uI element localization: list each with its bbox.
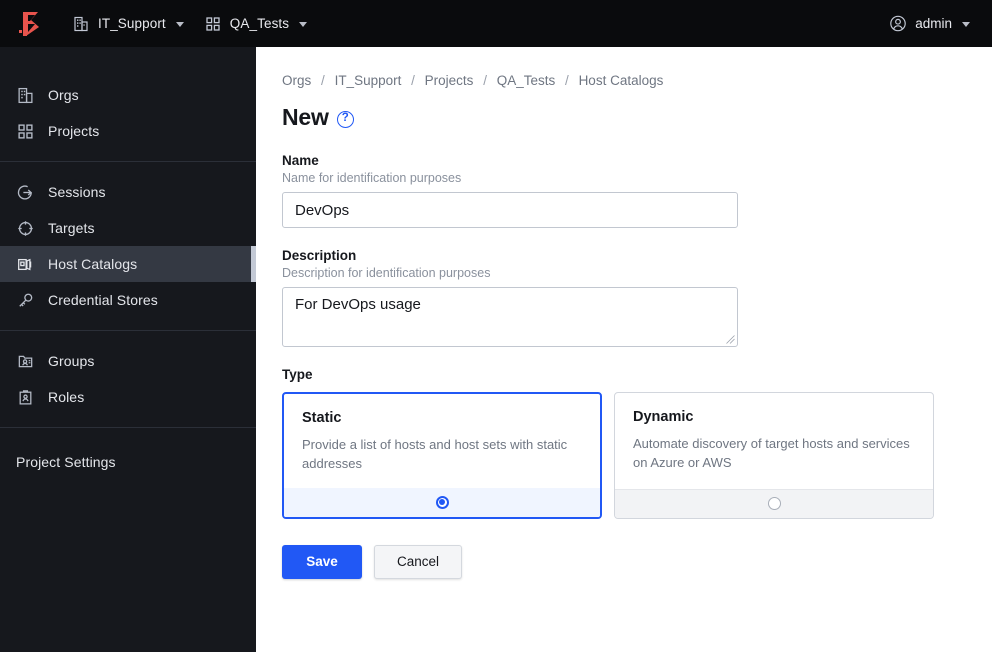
sidebar-item-label: Roles <box>48 389 85 405</box>
sidebar-group-iam: Groups Roles <box>0 337 256 421</box>
breadcrumb-item-qa-tests[interactable]: QA_Tests <box>497 73 556 88</box>
form-actions: Save Cancel <box>282 544 964 579</box>
roles-id-icon <box>16 388 34 406</box>
sidebar-item-label: Sessions <box>48 184 106 200</box>
sidebar-group-resources: Sessions Targets Host Catalogs Credentia… <box>0 168 256 324</box>
grid-icon <box>204 15 222 33</box>
description-label: Description <box>282 248 357 263</box>
sidebar-item-label: Orgs <box>48 87 79 103</box>
breadcrumb-item-it-support[interactable]: IT_Support <box>335 73 402 88</box>
boundary-logo-icon <box>19 11 39 36</box>
breadcrumb-separator: / <box>483 73 487 88</box>
grid-icon <box>16 122 34 140</box>
sidebar-divider <box>0 330 256 331</box>
chevron-down-icon <box>299 22 308 27</box>
breadcrumb-separator: / <box>565 73 569 88</box>
name-field-group: Name Name for identification purposes <box>282 153 964 228</box>
chevron-down-icon <box>175 22 184 27</box>
org-selector-label: IT_Support <box>98 16 166 31</box>
sidebar-item-sessions[interactable]: Sessions <box>0 174 256 210</box>
breadcrumb: Orgs / IT_Support / Projects / QA_Tests … <box>282 73 964 88</box>
groups-icon <box>16 352 34 370</box>
user-circle-icon <box>889 15 907 33</box>
type-card-body: Static Provide a list of hosts and host … <box>284 394 600 488</box>
boundary-logo[interactable] <box>0 10 62 38</box>
type-card-footer[interactable] <box>284 487 600 517</box>
description-textarea[interactable] <box>282 287 738 347</box>
sidebar-item-projects[interactable]: Projects <box>0 113 256 149</box>
breadcrumb-item-host-catalogs[interactable]: Host Catalogs <box>579 73 664 88</box>
type-card-description: Automate discovery of target hosts and s… <box>633 436 910 470</box>
cancel-button[interactable]: Cancel <box>374 544 462 579</box>
app-root: IT_Support QA_Tests admin Orgs Projects … <box>0 0 992 652</box>
type-card-description: Provide a list of hosts and host sets wi… <box>302 437 568 471</box>
sidebar-item-host-catalogs[interactable]: Host Catalogs <box>0 246 256 282</box>
sidebar-item-label: Targets <box>48 220 95 236</box>
page-header: New ? <box>282 104 964 131</box>
chevron-down-icon <box>962 22 970 27</box>
session-arrow-icon <box>16 183 34 201</box>
type-radio-dynamic[interactable] <box>767 497 781 511</box>
page-title: New <box>282 104 329 130</box>
name-label: Name <box>282 153 319 168</box>
sidebar-item-groups[interactable]: Groups <box>0 343 256 379</box>
body-row: Orgs Projects Sessions Targets Host Cata… <box>0 47 992 652</box>
type-card-footer[interactable] <box>615 488 933 518</box>
sidebar-item-label: Host Catalogs <box>48 256 138 272</box>
sidebar-item-targets[interactable]: Targets <box>0 210 256 246</box>
top-navigation-bar: IT_Support QA_Tests admin <box>0 0 992 47</box>
project-selector-label: QA_Tests <box>229 16 290 31</box>
help-circle-icon[interactable]: ? <box>336 110 354 128</box>
name-help-text: Name for identification purposes <box>282 171 462 185</box>
sidebar-item-roles[interactable]: Roles <box>0 379 256 415</box>
sidebar-divider <box>0 161 256 162</box>
sidebar-item-label: Projects <box>48 123 100 139</box>
type-radio-static[interactable] <box>435 495 449 509</box>
sidebar: Orgs Projects Sessions Targets Host Cata… <box>0 47 256 652</box>
sidebar-item-label: Project Settings <box>16 454 116 470</box>
breadcrumb-separator: / <box>321 73 325 88</box>
description-field-group: Description Description for identificati… <box>282 248 964 347</box>
sidebar-item-label: Groups <box>48 353 95 369</box>
project-selector[interactable]: QA_Tests <box>194 0 317 47</box>
building-icon <box>16 86 34 104</box>
user-menu-label: admin <box>915 16 952 31</box>
description-textarea-wrap <box>282 287 738 347</box>
sidebar-item-label: Credential Stores <box>48 292 158 308</box>
key-icon <box>16 291 34 309</box>
save-button[interactable]: Save <box>282 544 362 579</box>
host-catalog-icon <box>16 255 34 273</box>
type-card-body: Dynamic Automate discovery of target hos… <box>615 393 933 489</box>
type-card-title: Dynamic <box>633 409 694 425</box>
type-card-dynamic[interactable]: Dynamic Automate discovery of target hos… <box>614 392 934 519</box>
sidebar-item-orgs[interactable]: Orgs <box>0 77 256 113</box>
user-menu[interactable]: admin <box>883 15 976 33</box>
type-label: Type <box>282 367 313 382</box>
sidebar-item-credential-stores[interactable]: Credential Stores <box>0 282 256 318</box>
sidebar-item-project-settings[interactable]: Project Settings <box>0 444 256 480</box>
type-card-title: Static <box>302 410 342 426</box>
breadcrumb-item-orgs[interactable]: Orgs <box>282 73 311 88</box>
type-section: Type Static Provide a list of hosts and … <box>282 367 964 519</box>
breadcrumb-item-projects[interactable]: Projects <box>425 73 474 88</box>
name-input[interactable] <box>282 192 738 228</box>
main-content: Orgs / IT_Support / Projects / QA_Tests … <box>256 47 992 652</box>
type-card-list: Static Provide a list of hosts and host … <box>282 392 964 519</box>
building-icon <box>72 15 90 33</box>
org-selector[interactable]: IT_Support <box>62 0 194 47</box>
target-icon <box>16 219 34 237</box>
description-help-text: Description for identification purposes <box>282 266 491 280</box>
sidebar-group-settings: Project Settings <box>0 438 256 486</box>
sidebar-group-global: Orgs Projects <box>0 71 256 155</box>
sidebar-divider <box>0 427 256 428</box>
type-card-static[interactable]: Static Provide a list of hosts and host … <box>282 392 602 519</box>
breadcrumb-separator: / <box>411 73 415 88</box>
